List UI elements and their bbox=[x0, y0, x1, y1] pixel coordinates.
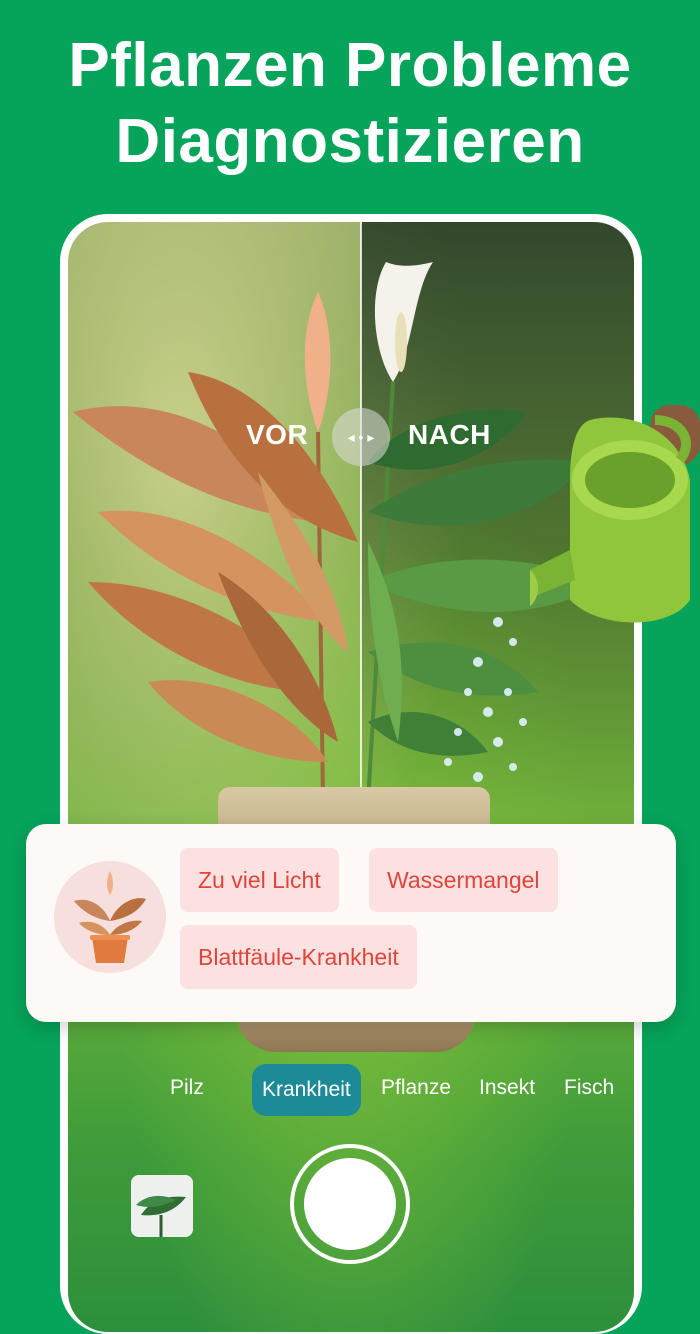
tab-pflanze[interactable]: Pflanze bbox=[381, 1076, 451, 1100]
headline-line-2: Diagnostizieren bbox=[115, 107, 585, 176]
diagnosis-card: Zu viel Licht Wassermangel Blattfäule-Kr… bbox=[26, 824, 676, 1022]
diagnosis-chip-wassermangel[interactable]: Wassermangel bbox=[369, 848, 558, 912]
diagnosis-chip-blattfaeule[interactable]: Blattfäule-Krankheit bbox=[180, 925, 417, 989]
gallery-plant-icon bbox=[131, 1175, 193, 1237]
headline: Pflanzen Probleme Diagnostizieren bbox=[0, 28, 700, 180]
before-label: VOR bbox=[246, 419, 309, 450]
headline-line-1: Pflanzen Probleme bbox=[68, 31, 632, 100]
camera-screen: VOR ◂ • ▸ NACH Pilz Krankheit Pflanze In… bbox=[68, 222, 634, 1332]
diagnosed-plant-avatar bbox=[54, 861, 166, 973]
shutter-inner[interactable] bbox=[304, 1158, 396, 1250]
tab-pilz[interactable]: Pilz bbox=[170, 1076, 204, 1100]
category-tabs: Pilz Krankheit Pflanze Insekt Fisch bbox=[68, 1062, 634, 1118]
split-arrows-icon[interactable]: ◂ • ▸ bbox=[332, 408, 390, 466]
tab-fisch[interactable]: Fisch bbox=[564, 1076, 614, 1100]
after-label: NACH bbox=[408, 419, 491, 450]
plant-thumbnail-icon bbox=[74, 871, 146, 963]
tab-insekt[interactable]: Insekt bbox=[479, 1076, 535, 1100]
shutter-button[interactable] bbox=[290, 1144, 410, 1264]
gallery-thumbnail[interactable] bbox=[131, 1175, 193, 1237]
compare-divider[interactable] bbox=[360, 222, 362, 822]
diagnosis-chip-zu-viel-licht[interactable]: Zu viel Licht bbox=[180, 848, 339, 912]
tab-krankheit[interactable]: Krankheit bbox=[252, 1064, 361, 1116]
watering-can-image bbox=[530, 405, 700, 623]
